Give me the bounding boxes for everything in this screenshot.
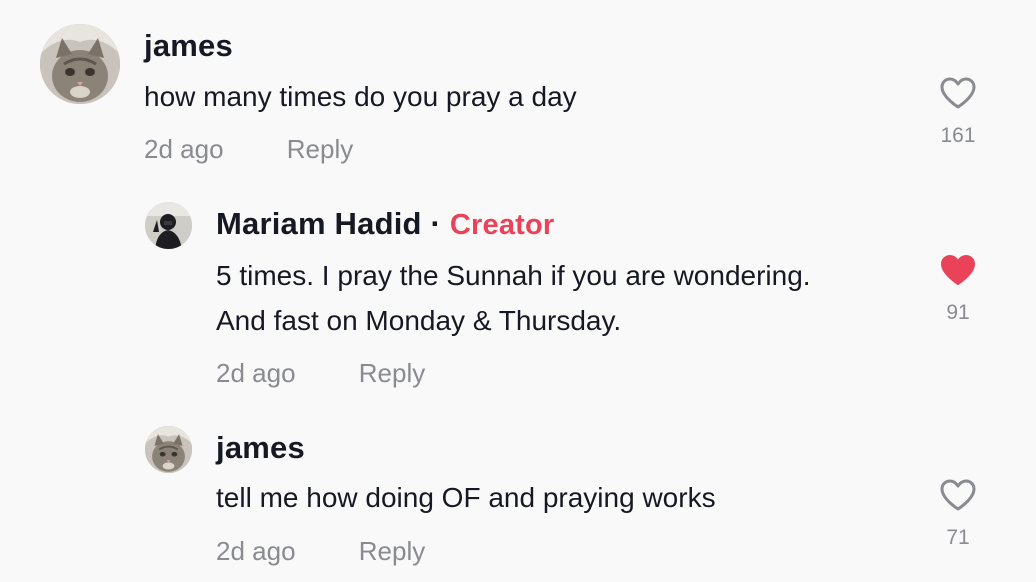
like-button[interactable]: 71 bbox=[933, 478, 983, 550]
like-count: 91 bbox=[946, 301, 970, 324]
creator-badge: Creator bbox=[449, 209, 555, 241]
comment-timestamp: 2d ago bbox=[144, 134, 224, 164]
avatar[interactable] bbox=[145, 426, 192, 473]
reply-button[interactable]: Reply bbox=[359, 358, 425, 388]
cat-avatar-icon bbox=[145, 426, 192, 473]
person-avatar-icon bbox=[145, 202, 192, 249]
comment-text: 5 times. I pray the Sunnah if you are wo… bbox=[216, 260, 811, 291]
comment-timestamp: 2d ago bbox=[216, 358, 296, 388]
comment-username[interactable]: james bbox=[144, 28, 233, 64]
comment-meta: 2d ago Reply bbox=[216, 358, 425, 389]
heart-outline-icon bbox=[940, 479, 976, 511]
comment-timestamp: 2d ago bbox=[216, 536, 296, 566]
avatar[interactable] bbox=[40, 24, 120, 104]
comment-text: how many times do you pray a day bbox=[144, 81, 577, 112]
comment-meta: 2d ago Reply bbox=[144, 134, 353, 165]
comment-username[interactable]: james bbox=[216, 430, 305, 466]
like-button[interactable]: 91 bbox=[933, 253, 983, 325]
like-button[interactable]: 161 bbox=[933, 76, 983, 148]
avatar[interactable] bbox=[145, 202, 192, 249]
like-count: 161 bbox=[940, 124, 976, 147]
comments-panel: james how many times do you pray a day 2… bbox=[0, 0, 1036, 582]
comment-text-line-2: And fast on Monday & Thursday. bbox=[216, 305, 622, 336]
comment-text: tell me how doing OF and praying works bbox=[216, 482, 716, 513]
like-count: 71 bbox=[946, 526, 970, 549]
heart-outline-icon bbox=[940, 77, 976, 109]
reply-button[interactable]: Reply bbox=[287, 134, 353, 164]
creator-name[interactable]: Mariam Hadid bbox=[216, 206, 422, 241]
separator-dot: · bbox=[430, 206, 442, 241]
comment-username[interactable]: Mariam Hadid · Creator bbox=[216, 206, 554, 242]
reply-button[interactable]: Reply bbox=[359, 536, 425, 566]
cat-avatar-icon bbox=[40, 24, 120, 104]
comment-meta: 2d ago Reply bbox=[216, 536, 425, 567]
heart-filled-icon bbox=[941, 255, 975, 285]
